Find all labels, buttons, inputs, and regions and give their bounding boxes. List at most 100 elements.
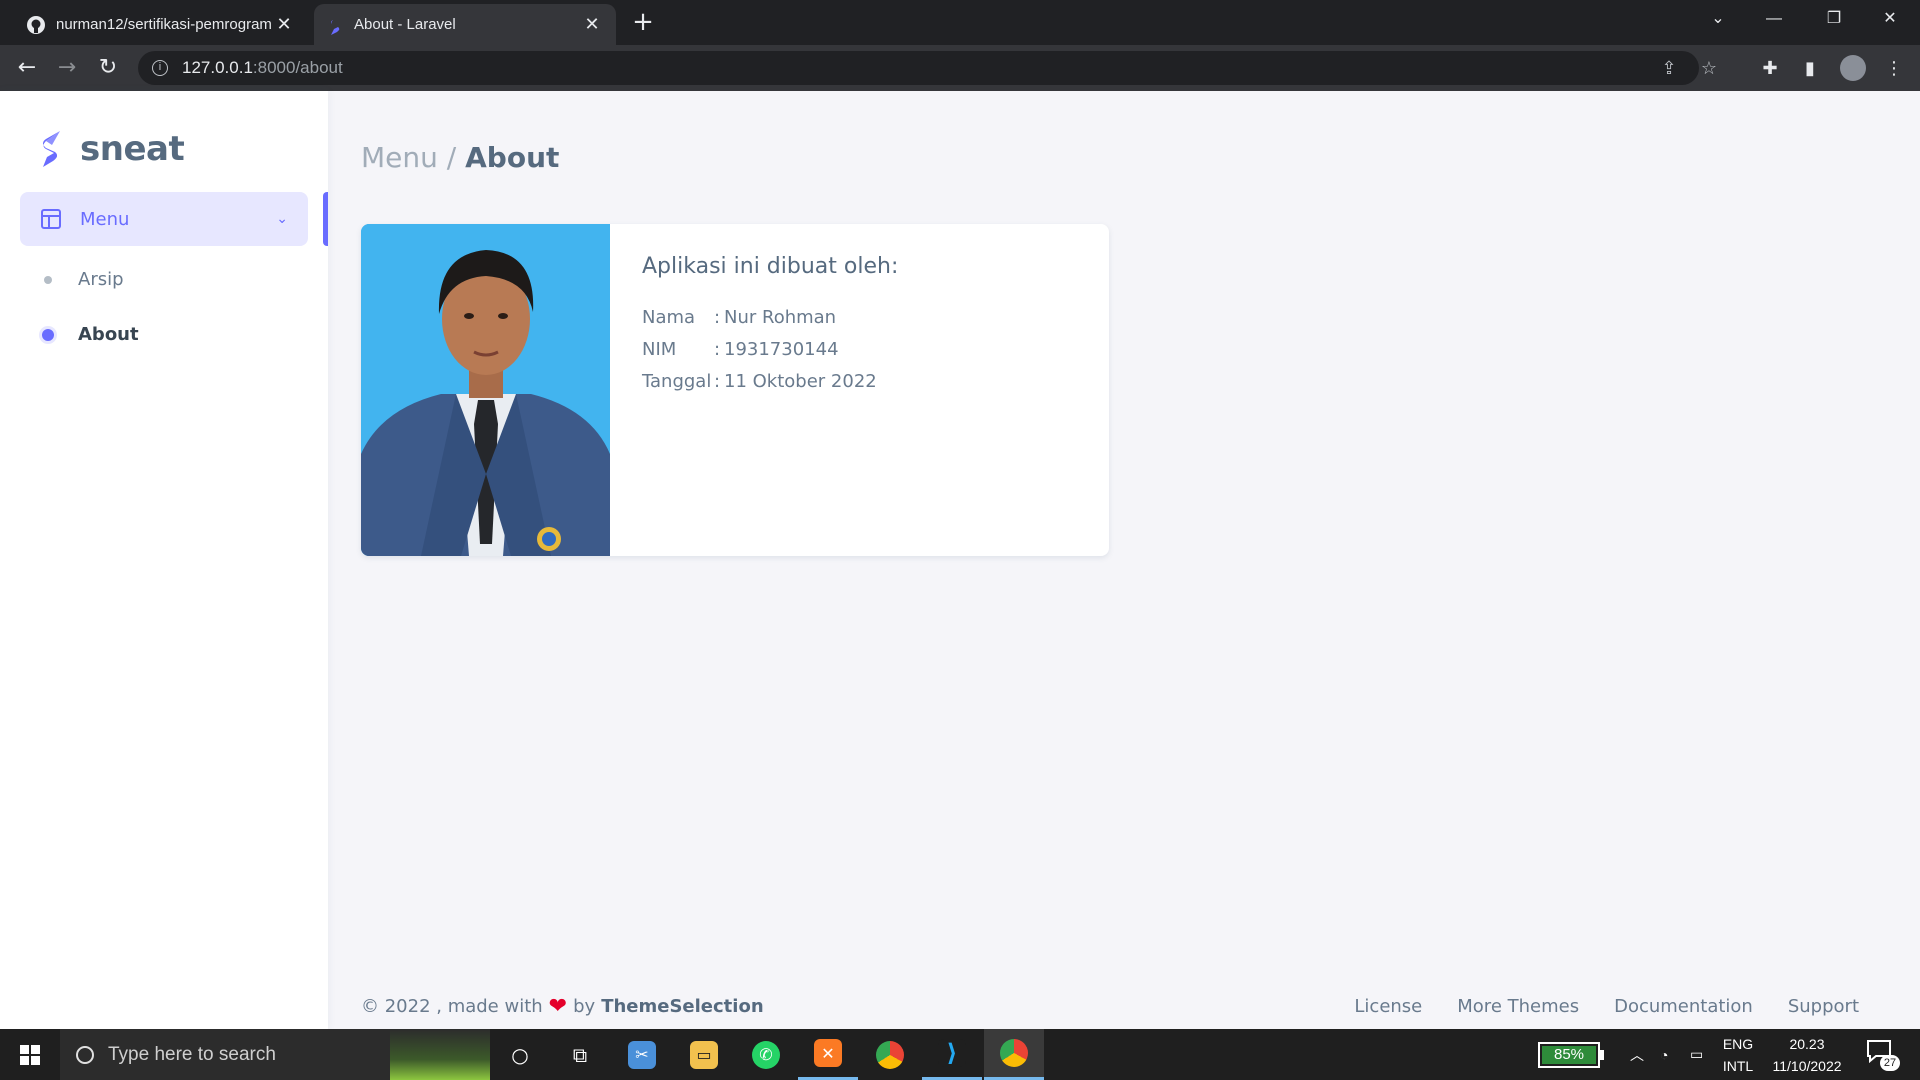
tab-title: About - Laravel [354, 16, 456, 33]
info-row-tanggal: Tanggal : 11 Oktober 2022 [642, 365, 898, 397]
active-indicator [323, 192, 328, 246]
file-explorer-icon[interactable]: ▭ [674, 1029, 734, 1080]
breadcrumb-parent: Menu / [361, 141, 457, 174]
tray-overflow-icon[interactable]: ︿ [1630, 1029, 1644, 1080]
info-row-nama: Nama : Nur Rohman [642, 301, 898, 333]
clock-date: 11/10/2022 [1772, 1058, 1842, 1074]
card-body: Aplikasi ini dibuat oleh: Nama : Nur Roh… [642, 254, 898, 397]
clock-time: 20.23 [1789, 1036, 1825, 1052]
person-illustration [361, 224, 610, 556]
sneat-logo-icon [43, 131, 60, 167]
footer-links: License More Themes Documentation Suppor… [1319, 996, 1859, 1017]
menu-toggle[interactable]: Menu ⌄ [20, 192, 308, 246]
bullet-icon [42, 328, 54, 341]
share-icon[interactable]: ⇪ [1658, 58, 1680, 80]
tab-about-laravel[interactable]: About - Laravel ✕ [314, 4, 616, 45]
whatsapp-icon[interactable]: ✆ [736, 1029, 796, 1080]
info-key: NIM [642, 338, 677, 360]
notification-count: 27 [1880, 1055, 1900, 1071]
menu-label: Menu [80, 208, 130, 230]
windows-taskbar: Type here to search ○ ⧉ ✂ ▭ ✆ ✕ ⟩ 85% ︿ … [0, 1029, 1920, 1080]
about-card: Aplikasi ini dibuat oleh: Nama : Nur Roh… [361, 224, 1109, 556]
info-value: 11 Oktober 2022 [724, 370, 877, 392]
back-button[interactable]: ← [12, 53, 42, 83]
start-button[interactable] [0, 1029, 60, 1080]
footer-link-more-themes[interactable]: More Themes [1457, 996, 1579, 1017]
card-title: Aplikasi ini dibuat oleh: [642, 254, 899, 279]
tab-search-button[interactable]: ⌄ [1690, 0, 1746, 40]
footer-link-documentation[interactable]: Documentation [1614, 996, 1753, 1017]
battery-tray-icon[interactable]: ▭ [1690, 1029, 1703, 1080]
new-tab-button[interactable]: + [628, 8, 658, 38]
extensions-icon[interactable]: ✚ [1758, 57, 1782, 81]
minimize-button[interactable]: — [1746, 0, 1802, 40]
wifi-icon[interactable]: ◔ [1660, 1029, 1668, 1080]
bookmark-star-icon[interactable]: ☆ [1698, 58, 1720, 80]
windows-logo-icon [20, 1044, 40, 1065]
info-separator: : [714, 306, 721, 328]
battery-cap [1600, 1050, 1604, 1060]
close-window-button[interactable]: ✕ [1862, 0, 1918, 40]
clock[interactable]: 20.23 11/10/2022 [1762, 1033, 1852, 1077]
info-row-nim: NIM : 1931730144 [642, 333, 898, 365]
search-icon [76, 1045, 94, 1064]
address-bar[interactable]: i 127.0.0.1:8000/about ⇪ ☆ [138, 51, 1717, 85]
bullet-icon [44, 275, 52, 284]
sidebar: sneat Menu ⌄ Arsip About [0, 91, 328, 1029]
profile-avatar[interactable] [1840, 55, 1866, 81]
sidebar-item-label: Arsip [78, 269, 124, 290]
more-menu-icon[interactable]: ⋮ [1882, 57, 1906, 81]
url-host: 127.0.0.1 [182, 58, 253, 77]
battery-level: 85% [1542, 1046, 1596, 1064]
chevron-down-icon: ⌄ [276, 211, 288, 227]
info-separator: : [714, 370, 721, 392]
tab-github[interactable]: nurman12/sertifikasi-pemrogram ✕ [12, 4, 308, 45]
snipping-tool-icon[interactable]: ✂ [612, 1029, 672, 1080]
chrome-active-icon[interactable] [984, 1029, 1044, 1080]
footer-link-support[interactable]: Support [1788, 996, 1859, 1017]
breadcrumb: Menu / About [361, 141, 559, 174]
xampp-icon[interactable]: ✕ [798, 1029, 858, 1080]
info-key: Tanggal [642, 370, 712, 392]
taskbar-search-box[interactable]: Type here to search [60, 1029, 490, 1080]
github-icon [27, 15, 45, 34]
sidebar-item-arsip[interactable]: Arsip [44, 269, 124, 290]
chrome-icon[interactable] [860, 1029, 920, 1080]
info-key: Nama [642, 306, 696, 328]
search-placeholder: Type here to search [108, 1043, 276, 1065]
footer-company-link[interactable]: ThemeSelection [601, 996, 763, 1017]
reload-button[interactable]: ↻ [93, 53, 123, 83]
page-title: About [465, 141, 560, 174]
info-icon[interactable]: i [152, 60, 168, 76]
info-value: 1931730144 [724, 338, 839, 360]
brand-name: sneat [80, 129, 185, 169]
brand[interactable]: sneat [38, 129, 185, 169]
footer: © 2022 , made with ❤ by ThemeSelection L… [361, 994, 1859, 1019]
language-indicator[interactable]: ENG INTL [1716, 1033, 1760, 1077]
profile-photo [361, 224, 610, 556]
footer-copyright: © 2022 , made with [361, 996, 543, 1017]
task-view-icon[interactable]: ⧉ [550, 1029, 610, 1080]
layout-icon [41, 209, 61, 229]
url-path: :8000/about [252, 58, 343, 77]
vscode-icon[interactable]: ⟩ [922, 1029, 982, 1080]
sneat-icon [331, 15, 341, 35]
info-separator: : [714, 338, 721, 360]
heart-icon: ❤ [548, 994, 568, 1019]
notification-center-icon[interactable]: 27 [1866, 1039, 1900, 1071]
close-tab-icon[interactable]: ✕ [274, 14, 294, 35]
browser-tab-strip: nurman12/sertifikasi-pemrogram ✕ About -… [0, 0, 1920, 45]
url-text: 127.0.0.1:8000/about [182, 58, 343, 78]
cortana-icon[interactable]: ○ [490, 1029, 550, 1080]
browser-toolbar: ← → ↻ i 127.0.0.1:8000/about ⇪ ☆ ✚ ▮ ⋮ [0, 45, 1920, 91]
restore-button[interactable]: ❐ [1806, 0, 1862, 40]
forward-button[interactable]: → [52, 53, 82, 83]
footer-link-license[interactable]: License [1354, 996, 1422, 1017]
close-tab-icon[interactable]: ✕ [582, 14, 602, 35]
battery-indicator[interactable]: 85% [1538, 1042, 1604, 1068]
sidebar-item-about[interactable]: About [42, 324, 139, 345]
tab-title: nurman12/sertifikasi-pemrogram [56, 16, 272, 33]
lang-layout: INTL [1722, 1058, 1754, 1074]
footer-by: by [573, 996, 596, 1017]
side-panel-icon[interactable]: ▮ [1798, 57, 1822, 81]
